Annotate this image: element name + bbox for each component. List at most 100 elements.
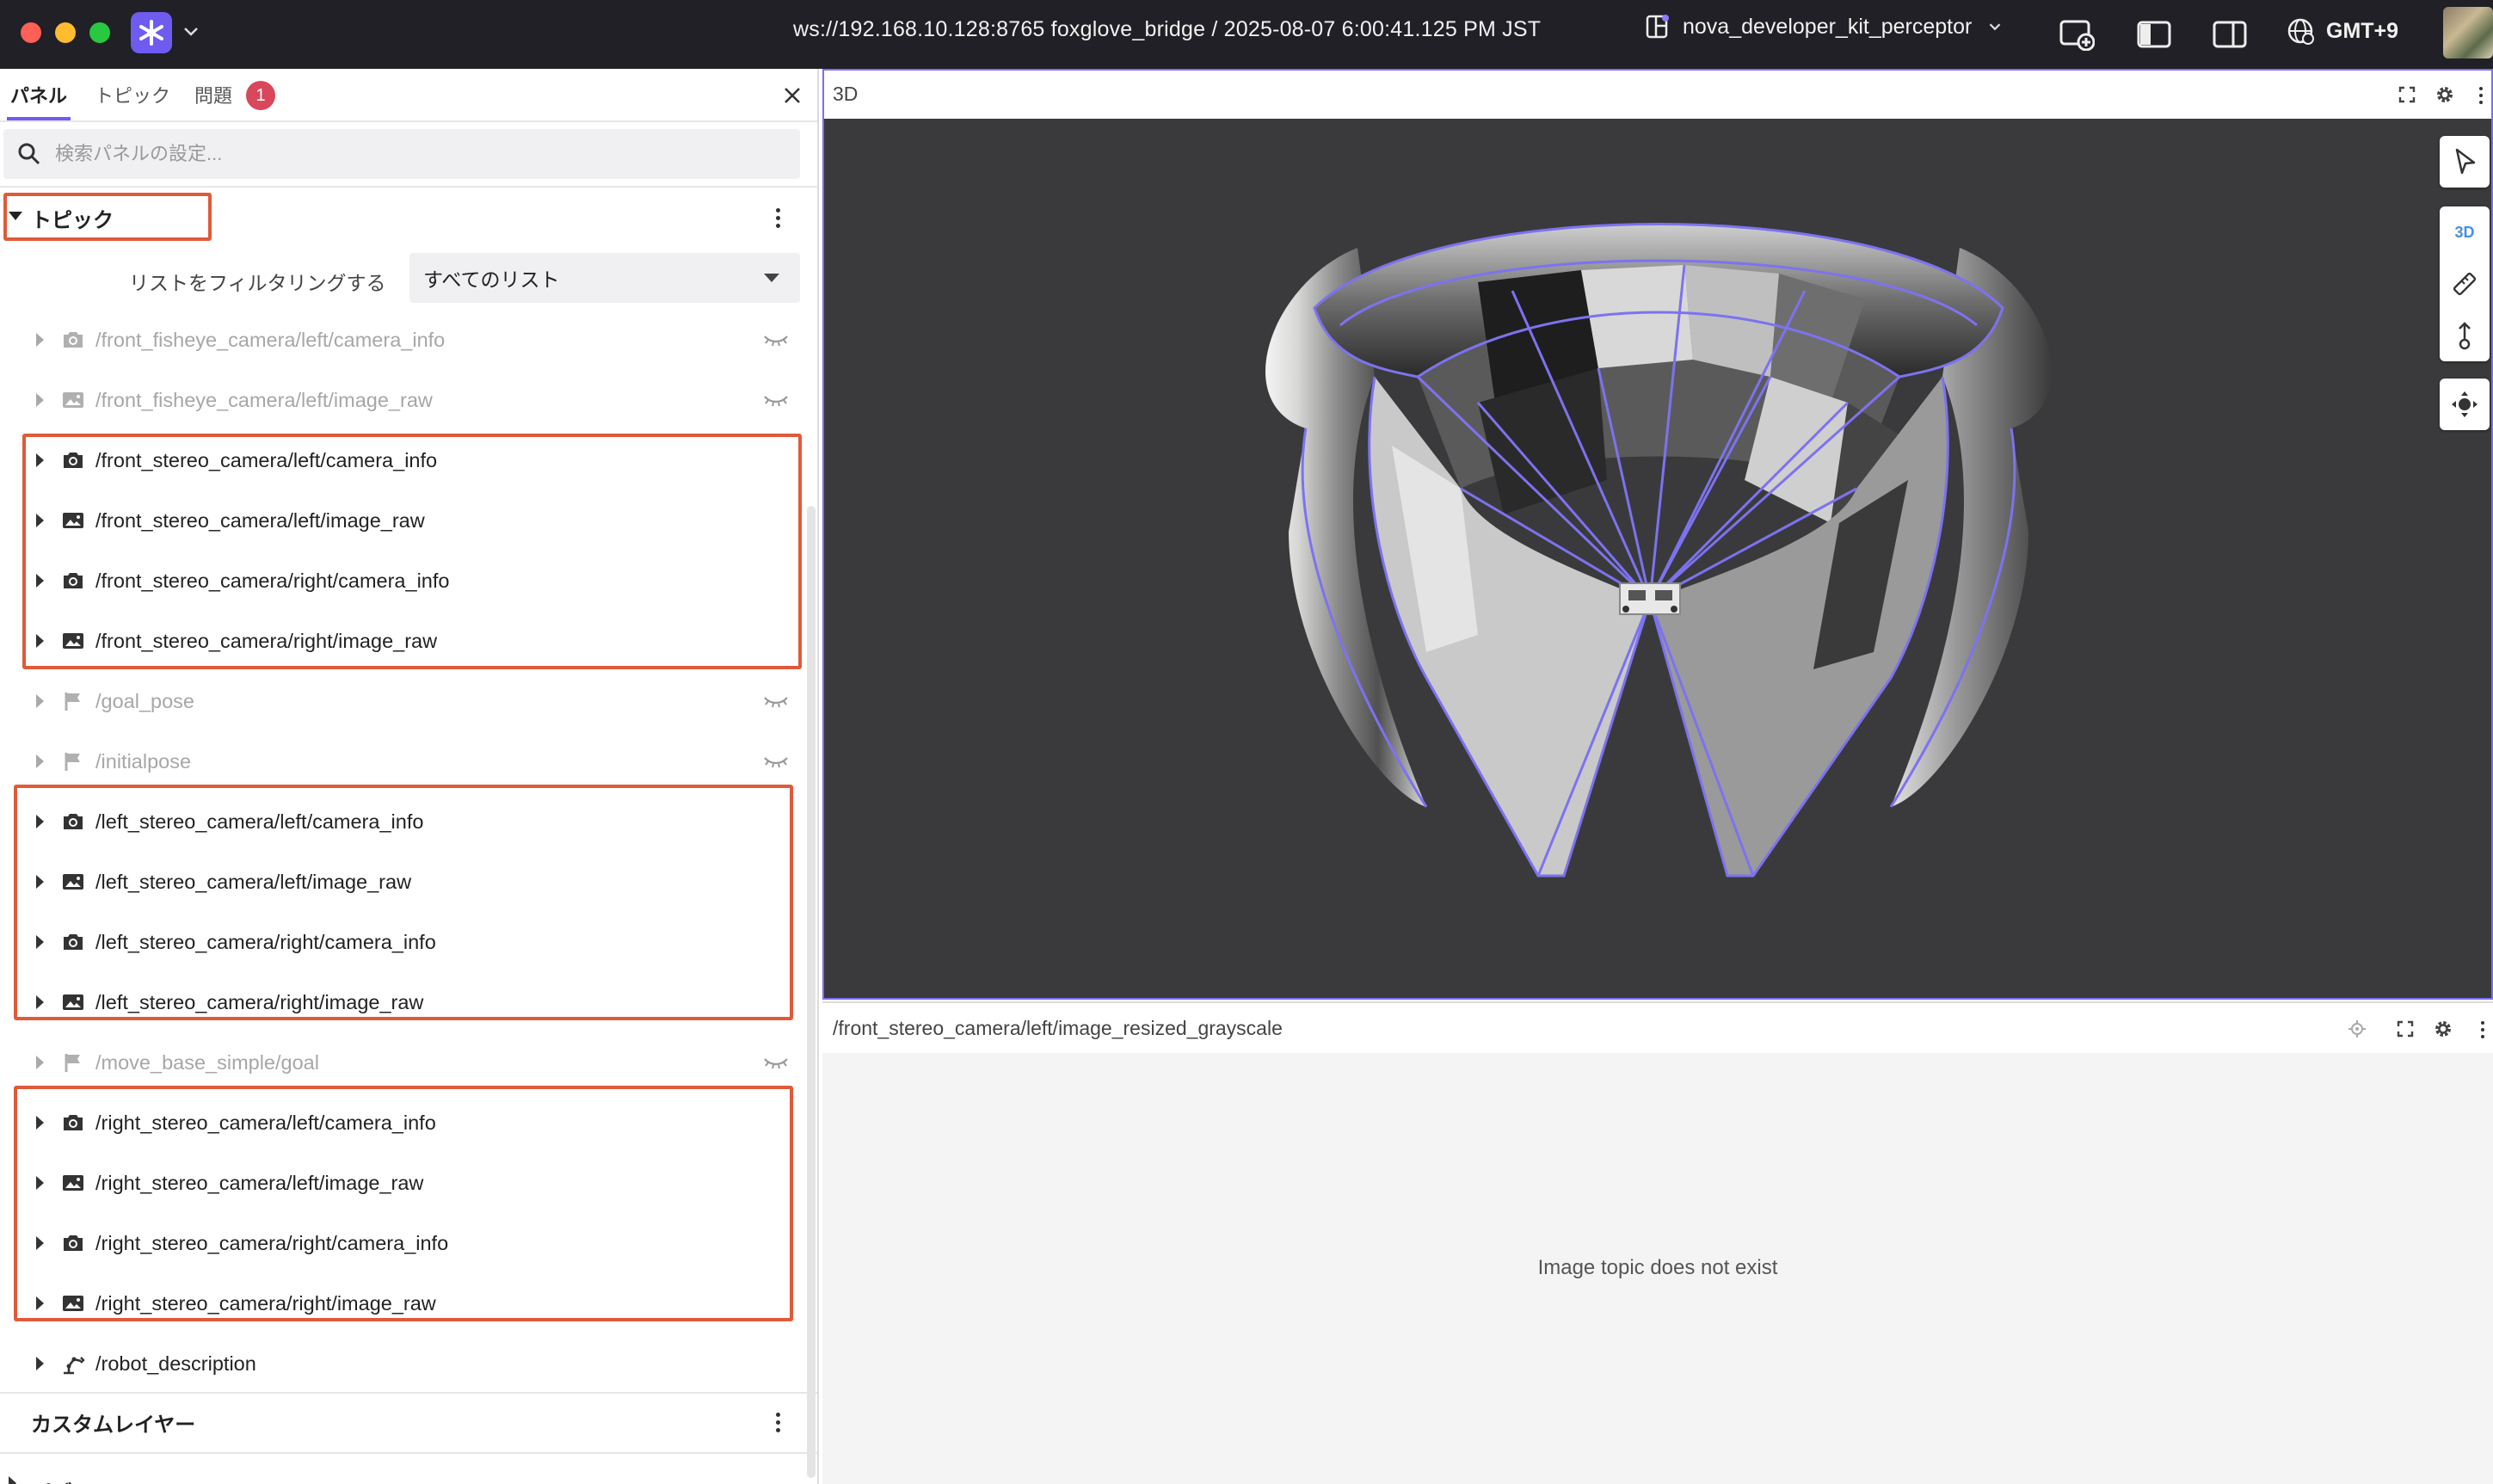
topic-row[interactable]: /move_base_simple/goal <box>0 1032 800 1093</box>
expand-caret-icon[interactable] <box>36 333 44 347</box>
visibility-off-icon[interactable] <box>762 390 790 410</box>
expand-caret-icon[interactable] <box>36 1236 44 1250</box>
expand-caret-icon[interactable] <box>36 995 44 1009</box>
expand-caret-icon[interactable] <box>36 453 44 467</box>
foxglove-logo-icon[interactable] <box>131 12 172 53</box>
expand-caret-icon[interactable] <box>36 754 44 768</box>
connection-status[interactable]: ws://192.168.10.128:8765 foxglove_bridge… <box>793 17 1541 42</box>
image-panel-header: /front_stereo_camera/left/image_resized_… <box>822 1001 2493 1053</box>
publish-section-header[interactable]: パブリッシュ <box>0 1456 800 1484</box>
filter-label: リストをフィルタリングする <box>129 272 386 294</box>
fullscreen-icon[interactable] <box>2395 1019 2416 1039</box>
tab-topics[interactable]: トピック <box>95 81 170 108</box>
gear-icon[interactable] <box>2435 84 2455 105</box>
close-icon[interactable] <box>779 83 805 108</box>
topic-filter-row: リストをフィルタリングする すべてのリスト <box>0 253 800 305</box>
layout-selector[interactable]: nova_developer_kit_perceptor <box>1645 14 2004 40</box>
expand-caret-icon[interactable] <box>9 1476 16 1484</box>
filter-dropdown[interactable]: すべてのリスト <box>409 253 800 303</box>
topic-row[interactable]: /front_fisheye_camera/left/camera_info <box>0 310 800 370</box>
topic-row[interactable]: /front_stereo_camera/left/image_raw <box>0 490 800 551</box>
3d-viewport[interactable]: 3D <box>822 119 2493 1000</box>
toggle-3d-button[interactable]: 3D <box>2440 206 2490 258</box>
tab-panel[interactable]: パネル <box>10 81 67 108</box>
pointer-icon[interactable] <box>2440 136 2490 188</box>
topic-row[interactable]: /front_fisheye_camera/left/image_raw <box>0 370 800 430</box>
custom-layers-section-header[interactable]: カスタムレイヤー <box>0 1395 800 1447</box>
topic-row[interactable]: /left_stereo_camera/left/camera_info <box>0 791 800 852</box>
visibility-off-icon[interactable] <box>762 329 790 350</box>
expand-caret-icon[interactable] <box>36 1296 44 1310</box>
window-zoom-button[interactable] <box>89 22 110 43</box>
topic-row[interactable]: /robot_description <box>0 1333 800 1394</box>
topic-row[interactable]: /front_stereo_camera/left/camera_info <box>0 430 800 490</box>
visibility-off-icon[interactable] <box>762 1052 790 1073</box>
image-icon <box>60 387 86 413</box>
chevron-down-icon[interactable] <box>181 21 201 41</box>
topics-section-header[interactable]: トピック <box>0 191 800 243</box>
topic-row[interactable]: /left_stereo_camera/left/image_raw <box>0 852 800 912</box>
flag-icon <box>60 748 86 774</box>
search-icon <box>3 142 55 166</box>
fullscreen-icon[interactable] <box>2397 84 2417 105</box>
topic-row[interactable]: /goal_pose <box>0 671 800 731</box>
panel-menu-icon[interactable] <box>2472 1017 2493 1043</box>
visibility-off-icon[interactable] <box>762 751 790 772</box>
topic-row[interactable]: /right_stereo_camera/left/camera_info <box>0 1093 800 1153</box>
topic-row[interactable]: /left_stereo_camera/right/camera_info <box>0 912 800 972</box>
expand-caret-icon[interactable] <box>36 514 44 527</box>
expand-caret-icon[interactable] <box>36 815 44 828</box>
ruler-icon[interactable] <box>2440 258 2490 310</box>
expand-caret-icon[interactable] <box>36 1176 44 1190</box>
expand-caret-icon[interactable] <box>36 694 44 708</box>
topic-row[interactable]: /right_stereo_camera/right/camera_info <box>0 1213 800 1273</box>
filter-value: すべてのリスト <box>423 268 560 291</box>
window-close-button[interactable] <box>21 22 41 43</box>
right-sidebar-icon[interactable] <box>2211 15 2249 53</box>
robot-model <box>1619 582 1681 615</box>
crosshair-icon[interactable] <box>2347 1019 2367 1039</box>
topic-name: /front_stereo_camera/right/image_raw <box>95 629 438 652</box>
expand-caret-icon[interactable] <box>36 393 44 407</box>
topic-row[interactable]: /front_stereo_camera/right/camera_info <box>0 551 800 611</box>
collapse-caret-icon[interactable] <box>9 212 22 220</box>
topic-row[interactable]: /left_stereo_camera/right/image_raw <box>0 972 800 1032</box>
expand-caret-icon[interactable] <box>36 935 44 949</box>
publish-point-icon[interactable] <box>2440 310 2490 361</box>
camera-icon <box>60 1110 86 1136</box>
gear-icon[interactable] <box>2433 1019 2453 1039</box>
topic-name: /front_stereo_camera/left/camera_info <box>95 448 438 471</box>
more-options-icon[interactable] <box>767 1409 788 1435</box>
recenter-camera-icon[interactable] <box>2440 379 2490 430</box>
expand-caret-icon[interactable] <box>36 1056 44 1069</box>
topic-row[interactable]: /initialpose <box>0 731 800 791</box>
topic-row[interactable]: /right_stereo_camera/right/image_raw <box>0 1273 800 1333</box>
expand-caret-icon[interactable] <box>36 574 44 588</box>
timezone-selector[interactable]: GMT+9 <box>2285 15 2398 46</box>
visibility-off-icon[interactable] <box>762 691 790 711</box>
fisheye-dome-render <box>1265 223 2052 877</box>
image-panel-body[interactable]: Image topic does not exist <box>822 1053 2493 1484</box>
panel-menu-icon[interactable] <box>2471 83 2491 108</box>
viewport-camera-tool[interactable] <box>2440 379 2490 430</box>
topic-name: /goal_pose <box>95 689 194 712</box>
topic-row[interactable]: /front_stereo_camera/right/image_raw <box>0 611 800 671</box>
tab-problems[interactable]: 問題 <box>194 81 232 108</box>
left-sidebar-icon[interactable] <box>2135 15 2173 53</box>
more-options-icon[interactable] <box>767 205 788 231</box>
window-minimize-button[interactable] <box>55 22 76 43</box>
camera-icon <box>60 327 86 353</box>
settings-search-input[interactable] <box>55 130 760 178</box>
add-panel-icon[interactable] <box>2058 15 2096 53</box>
expand-caret-icon[interactable] <box>36 1357 44 1370</box>
user-avatar[interactable] <box>2443 7 2493 58</box>
sidebar-scrollbar[interactable] <box>807 506 816 1478</box>
topic-row[interactable]: /right_stereo_camera/left/image_raw <box>0 1153 800 1213</box>
expand-caret-icon[interactable] <box>36 634 44 648</box>
title-bar: ws://192.168.10.128:8765 foxglove_bridge… <box>0 0 2493 69</box>
problems-count-badge: 1 <box>246 81 275 110</box>
viewport-select-tool[interactable] <box>2440 136 2490 188</box>
image-panel-title[interactable]: /front_stereo_camera/left/image_resized_… <box>833 1017 1283 1040</box>
expand-caret-icon[interactable] <box>36 875 44 889</box>
expand-caret-icon[interactable] <box>36 1116 44 1130</box>
